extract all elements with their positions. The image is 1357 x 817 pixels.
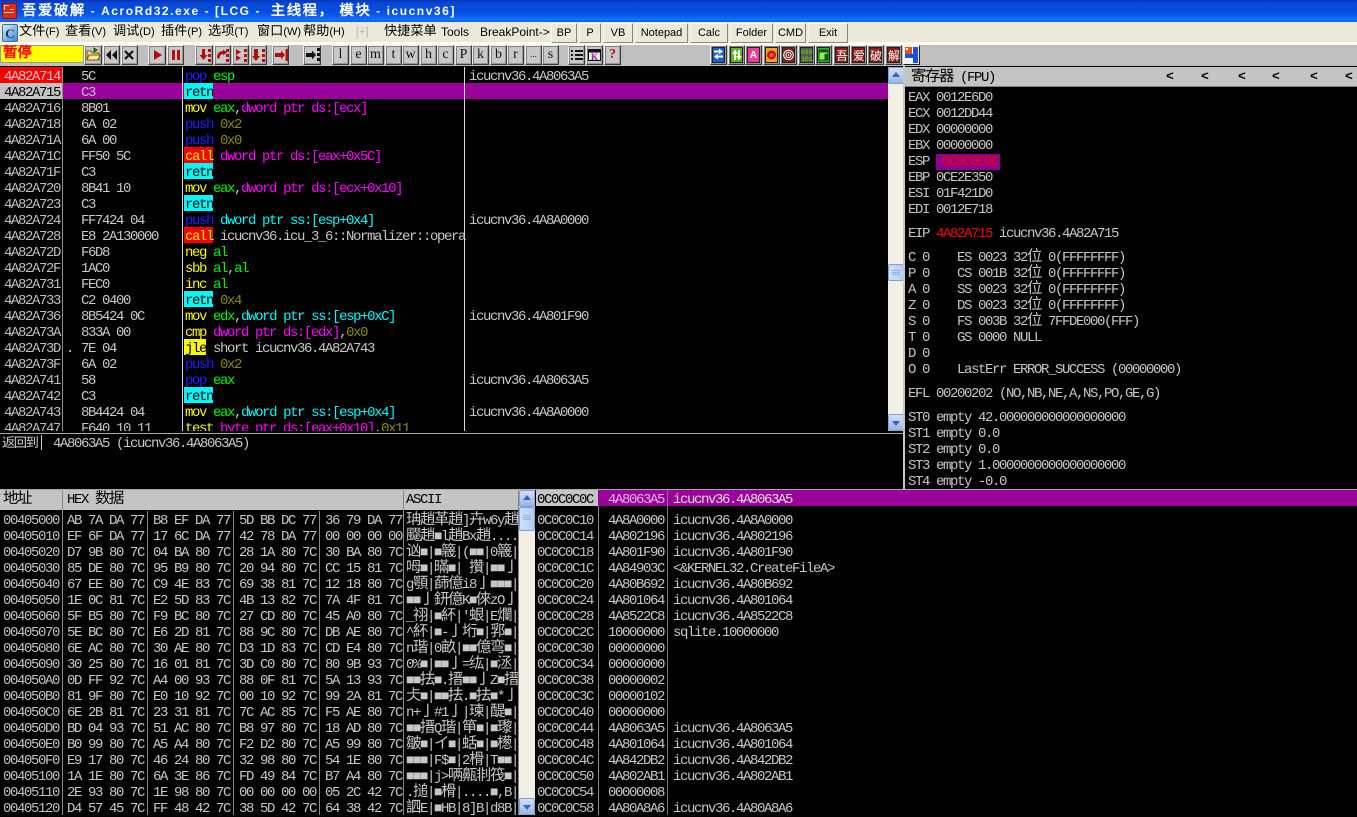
- svg-text:K: K: [591, 52, 598, 62]
